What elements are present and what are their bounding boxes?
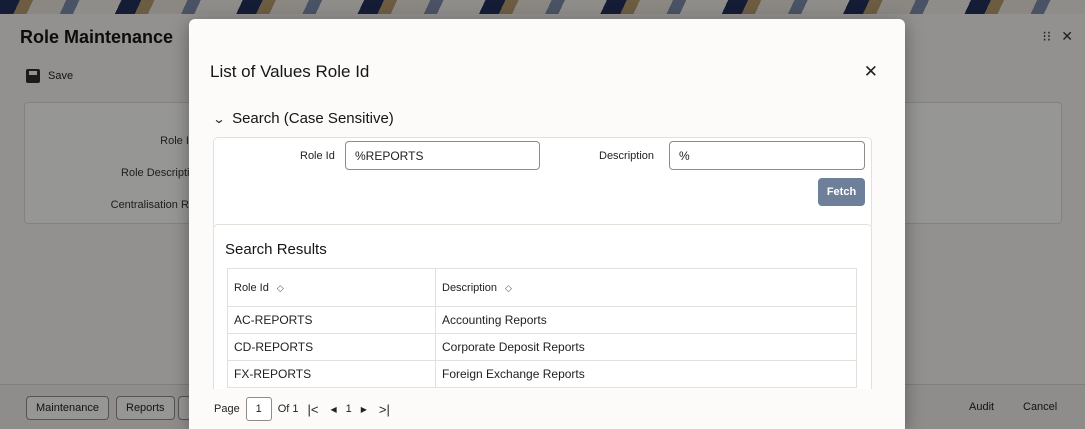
search-panel: Role Id Description Fetch [213,137,872,230]
description-input[interactable] [669,141,865,170]
column-header-role-id[interactable]: Role Id ◇ [227,268,436,307]
cell-description: Accounting Reports [435,306,857,334]
previous-page-icon[interactable]: ◀ [327,405,339,414]
table-row[interactable]: FX-REPORTS Foreign Exchange Reports [227,360,857,388]
cell-description: Corporate Deposit Reports [435,333,857,361]
cell-description: Foreign Exchange Reports [435,360,857,388]
fetch-button[interactable]: Fetch [818,178,865,206]
page-label: Page [214,403,240,415]
dialog-title: List of Values Role Id [210,62,370,81]
table-row[interactable]: CD-REPORTS Corporate Deposit Reports [227,333,857,361]
sort-icon[interactable]: ◇ [505,283,512,294]
cell-role-id: CD-REPORTS [227,333,436,361]
column-header-label: Description [442,281,498,294]
lov-dialog: List of Values Role Id ✕ ⌄ Search (Case … [189,19,905,429]
page-count-label: Of 1 [277,403,299,415]
results-table: Role Id ◇ Description ◇ AC-REPORTS Account… [227,268,857,388]
cell-role-id: AC-REPORTS [227,306,436,334]
role-id-field-label: Role Id [300,150,335,162]
search-section-label: Search (Case Sensitive) [232,110,394,127]
current-page-number: 1 [345,403,352,415]
pagination-bar: Page 1 Of 1 |< ◀ 1 ▶ >| [189,389,905,429]
page-number-input[interactable]: 1 [245,397,272,421]
chevron-down-icon: ⌄ [212,111,226,126]
sort-icon[interactable]: ◇ [277,283,284,294]
cell-role-id: FX-REPORTS [227,360,436,388]
table-header-row: Role Id ◇ Description ◇ [227,268,857,307]
description-field-label: Description [599,150,655,162]
close-icon[interactable]: ✕ [864,62,878,82]
table-row[interactable]: AC-REPORTS Accounting Reports [227,306,857,334]
column-header-description[interactable]: Description ◇ [435,268,857,307]
role-id-input[interactable] [345,141,540,170]
results-title: Search Results [225,241,327,258]
last-page-icon[interactable]: >| [376,402,393,417]
search-section-toggle[interactable]: ⌄ Search (Case Sensitive) [212,110,394,127]
next-page-icon[interactable]: ▶ [358,405,370,414]
first-page-icon[interactable]: |< [305,402,322,417]
column-header-label: Role Id [234,281,269,294]
